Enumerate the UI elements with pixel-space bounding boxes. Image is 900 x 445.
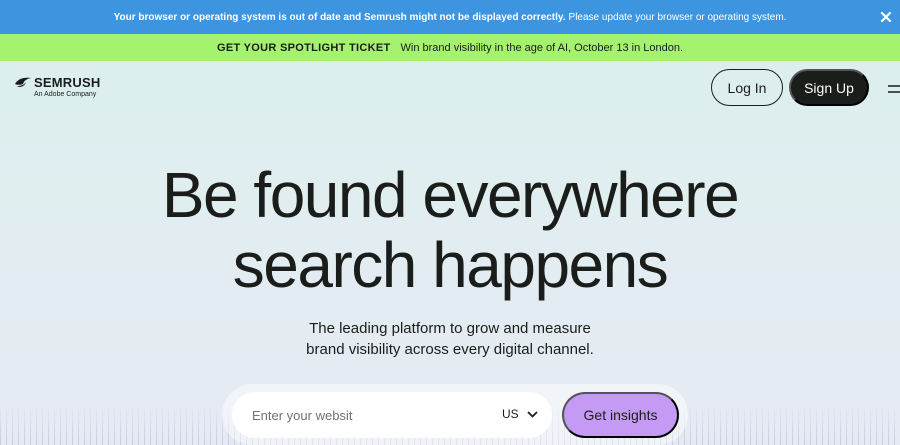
hero-title: Be found everywhere search happens: [0, 160, 900, 300]
hamburger-menu-icon[interactable]: [886, 82, 900, 96]
site-header: SEMRUSH An Adobe Company Log In Sign Up: [0, 61, 900, 117]
semrush-logo[interactable]: SEMRUSH An Adobe Company: [14, 75, 114, 101]
search-box: US: [232, 392, 552, 438]
promo-text[interactable]: Win brand visibility in the age of AI, O…: [401, 42, 684, 54]
promo-tag[interactable]: GET YOUR SPOTLIGHT TICKET: [217, 42, 391, 54]
hero-subtitle: The leading platform to grow and measure…: [0, 318, 900, 360]
country-select[interactable]: US: [502, 407, 538, 421]
browser-warning-strong-text: Your browser or operating system is out …: [113, 11, 566, 23]
semrush-flame-icon: [15, 77, 31, 87]
chevron-down-icon: [527, 410, 538, 418]
hero-subtitle-line1: The leading platform to grow and measure: [309, 320, 591, 337]
country-select-value: US: [502, 407, 519, 421]
hero-title-line2: search happens: [232, 229, 669, 301]
browser-warning-text: Please update your browser or operating …: [568, 11, 787, 23]
close-icon[interactable]: [878, 9, 894, 25]
browser-warning-banner: Your browser or operating system is out …: [0, 0, 900, 34]
promo-banner[interactable]: GET YOUR SPOTLIGHT TICKET Win brand visi…: [0, 34, 900, 61]
hero-subtitle-line2: brand visibility across every digital ch…: [306, 341, 594, 358]
logo-subtitle: An Adobe Company: [34, 91, 97, 98]
login-button[interactable]: Log In: [711, 69, 783, 106]
hero-title-line1: Be found everywhere: [161, 159, 740, 231]
website-input[interactable]: [252, 392, 482, 438]
signup-button[interactable]: Sign Up: [789, 69, 869, 106]
logo-wordmark: SEMRUSH: [34, 75, 101, 90]
get-insights-button[interactable]: Get insights: [562, 392, 679, 438]
